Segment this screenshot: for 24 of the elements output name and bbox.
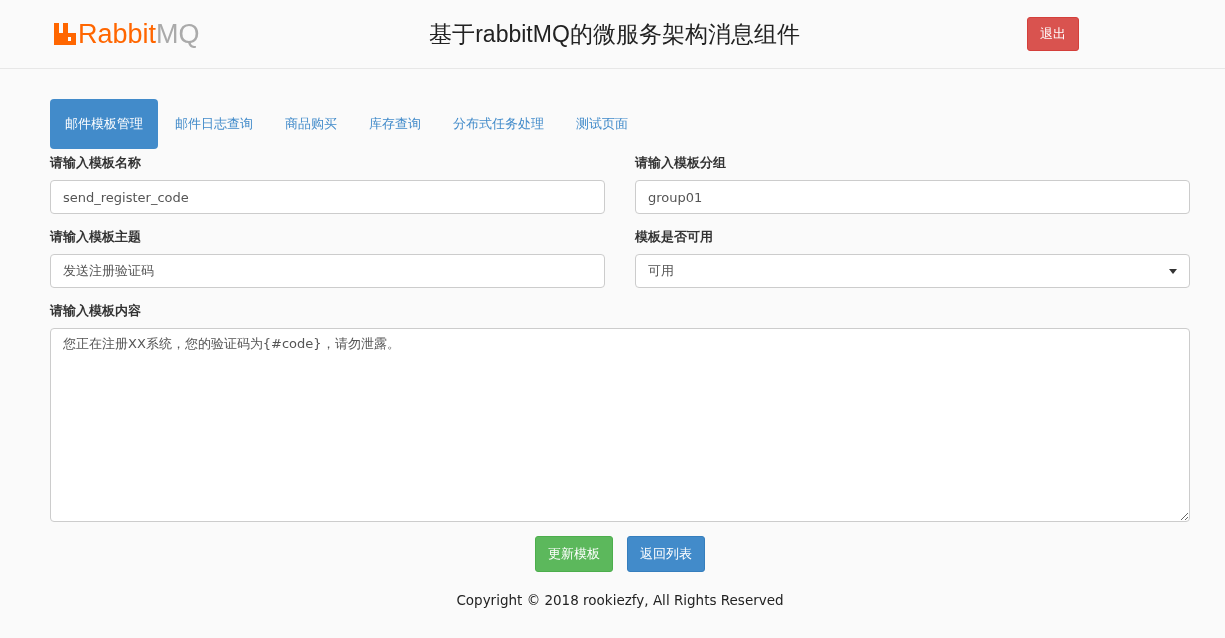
nav-tab[interactable]: 库存查询 [354,99,436,149]
field-label: 请输入模板主题 [50,229,142,246]
nav-tab[interactable]: 分布式任务处理 [438,99,559,149]
field-label: 请输入模板内容 [50,303,142,320]
textarea-field[interactable]: 您正在注册XX系统，您的验证码为{#code}，请勿泄露。 [50,328,1190,522]
field-label: 模板是否可用 [635,229,714,246]
input-field[interactable]: 发送注册验证码 [50,254,605,288]
page-title: 基于rabbitMQ的微服务架构消息组件 [429,19,800,49]
copyright-text: Copyright © 2018 rookiezfy, All Rights Reserved [455,592,785,608]
input-field[interactable]: group01 [635,180,1190,214]
back-button[interactable]: 返回列表 [627,536,705,572]
nav-tab[interactable]: 测试页面 [561,99,643,149]
nav-tab[interactable]: 商品购买 [270,99,352,149]
logout-button[interactable]: 退出 [1027,17,1079,51]
select-field[interactable]: 可用 [635,254,1190,288]
field-label: 请输入模板分组 [635,155,727,172]
caret-icon [1169,268,1177,274]
rabbit-logo-icon [54,23,76,45]
nav-tab[interactable]: 邮件模板管理 [50,99,158,149]
field-label: 请输入模板名称 [50,155,142,172]
update-button[interactable]: 更新模板 [535,536,613,572]
logo-text: RabbitMQ [78,20,200,48]
nav-tab[interactable]: 邮件日志查询 [160,99,268,149]
input-field[interactable]: send_register_code [50,180,605,214]
